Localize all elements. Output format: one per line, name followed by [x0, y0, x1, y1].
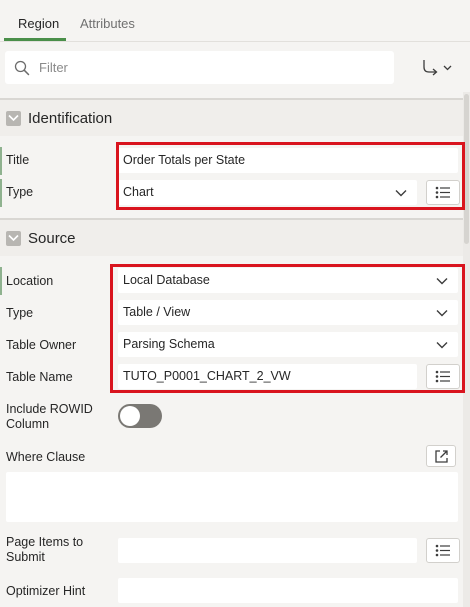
table-owner-label: Table Owner — [6, 338, 77, 352]
include-rowid-toggle[interactable] — [118, 404, 162, 428]
tab-region[interactable]: Region — [18, 16, 59, 31]
page-items-label-line2: Submit — [6, 550, 45, 564]
where-clause-textarea[interactable] — [6, 472, 458, 522]
go-to-group-button[interactable] — [419, 57, 455, 79]
table-name-label: Table Name — [6, 370, 73, 384]
page-items-list-button[interactable] — [426, 538, 460, 563]
where-clause-label: Where Clause — [6, 450, 86, 464]
title-label: Title — [6, 153, 30, 167]
include-rowid-label-line2: Column — [6, 417, 50, 431]
optimizer-hint-label: Optimizer Hint — [6, 584, 86, 598]
required-indicator — [0, 147, 2, 175]
identification-section-header[interactable]: Identification — [0, 98, 463, 136]
page-items-label-line1: Page Items to — [6, 535, 84, 549]
chevron-down-icon — [8, 114, 19, 122]
section-title-source: Source — [28, 230, 76, 247]
required-indicator — [0, 179, 2, 207]
list-icon — [435, 544, 450, 557]
section-title-identification: Identification — [28, 110, 113, 127]
go-to-group-icon — [423, 60, 452, 76]
search-icon — [14, 60, 30, 76]
include-rowid-label: Include ROWID Column — [6, 402, 93, 432]
expand-editor-icon — [435, 450, 448, 463]
optimizer-hint-field[interactable] — [118, 578, 458, 603]
filter-field — [5, 51, 394, 84]
type-label: Type — [6, 185, 34, 199]
filter-input[interactable] — [37, 51, 377, 84]
include-rowid-label-line1: Include ROWID — [6, 402, 93, 416]
property-tabs: Region Attributes — [0, 0, 470, 42]
source-type-label: Type — [6, 306, 34, 320]
identification-highlight-box — [116, 142, 465, 210]
source-highlight-box — [110, 264, 465, 393]
toggle-knob — [120, 406, 140, 426]
chevron-down-icon — [8, 234, 19, 242]
collapse-source-button[interactable] — [6, 231, 21, 246]
source-section-header[interactable]: Source — [0, 218, 463, 256]
tab-attributes[interactable]: Attributes — [80, 16, 135, 31]
required-indicator — [0, 267, 2, 295]
page-items-to-submit-label: Page Items to Submit — [6, 535, 83, 565]
expand-code-editor-button[interactable] — [426, 445, 456, 467]
location-label: Location — [6, 274, 54, 288]
collapse-identification-button[interactable] — [6, 111, 21, 126]
active-tab-indicator — [4, 38, 66, 41]
filter-bar — [0, 43, 470, 92]
page-items-to-submit-field[interactable] — [118, 538, 417, 563]
